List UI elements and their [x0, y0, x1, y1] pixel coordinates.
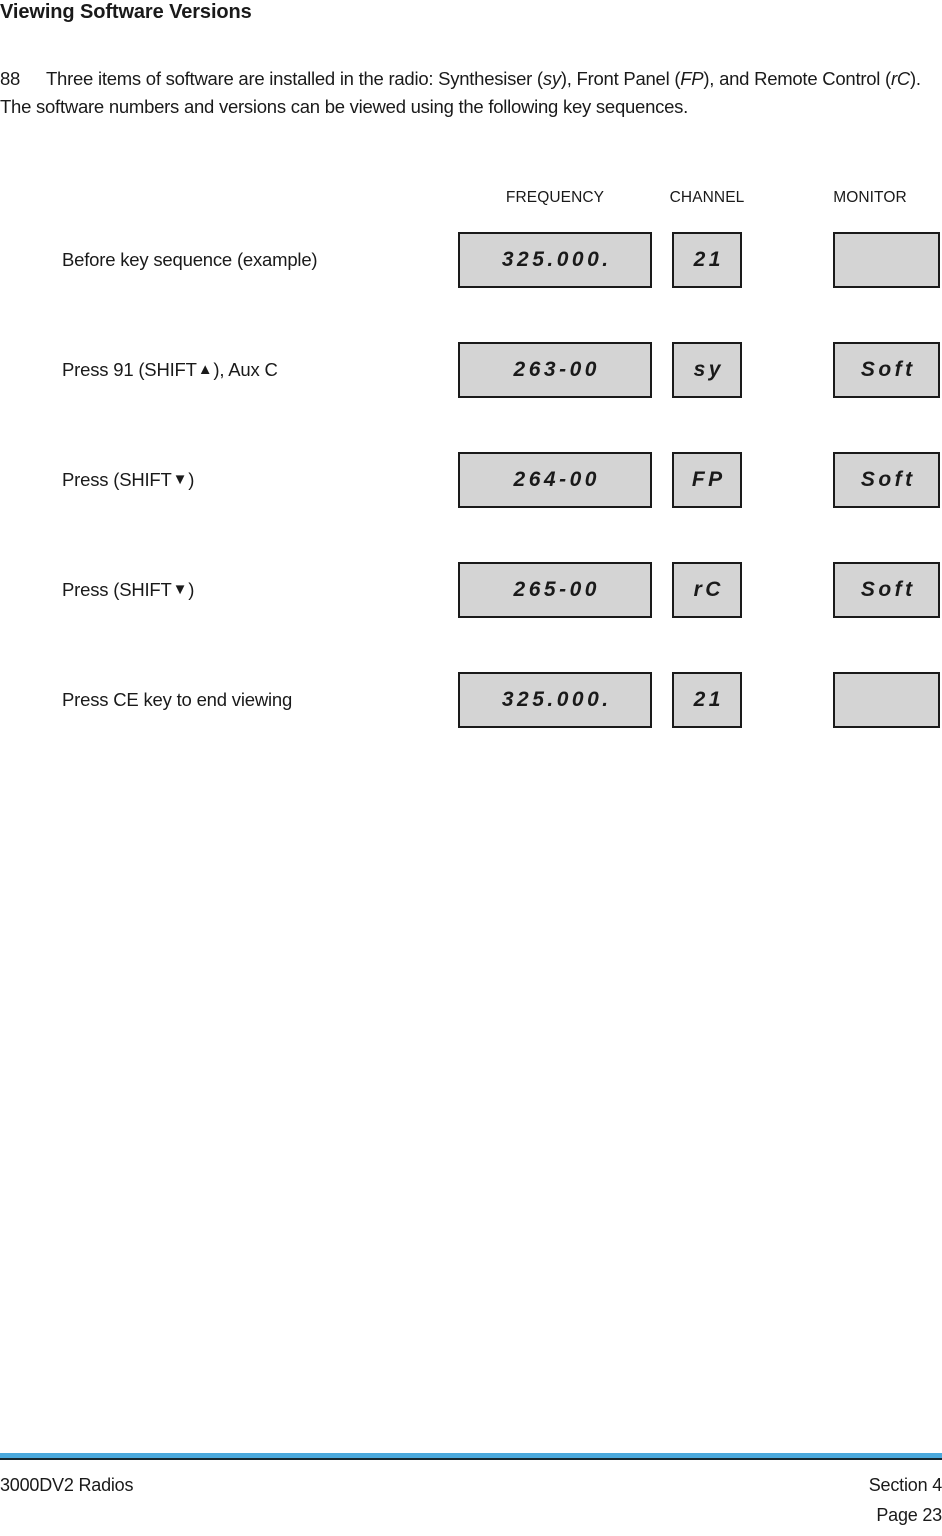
- row-label-text-suffix: ), Aux C: [213, 359, 278, 380]
- table-row: Press CE key to end viewing 325.000. 21: [0, 672, 942, 728]
- lcd-monitor-display: Soft: [833, 342, 940, 398]
- table-row: Press (SHIFT ▼) 264-00 FP Soft: [0, 452, 942, 508]
- lcd-frequency-display: 264-00: [458, 452, 652, 508]
- lcd-frequency-display: 325.000.: [458, 672, 652, 728]
- footer-section-page: Section 4 Page 23: [869, 1470, 942, 1530]
- footer-section: Section 4: [868, 1475, 942, 1495]
- row-label: Press CE key to end viewing: [62, 672, 292, 728]
- lcd-channel-display: rC: [672, 562, 742, 618]
- lcd-frequency-display: 263-00: [458, 342, 652, 398]
- triangle-down-icon: ▼: [172, 580, 188, 598]
- table-row: Press (SHIFT ▼) 265-00 rC Soft: [0, 562, 942, 618]
- row-label: Press 91 (SHIFT ▲), Aux C: [62, 342, 278, 398]
- table-row: Before key sequence (example) 325.000. 21: [0, 232, 942, 288]
- triangle-up-icon: ▲: [197, 360, 213, 378]
- row-label: Before key sequence (example): [62, 232, 318, 288]
- row-label-text: Press (SHIFT: [62, 469, 172, 490]
- lcd-channel-display: 21: [672, 232, 742, 288]
- row-label-text: Press 91 (SHIFT: [62, 359, 197, 380]
- row-label-text: Press (SHIFT: [62, 579, 172, 600]
- row-label-text-suffix: ): [188, 469, 195, 490]
- lcd-frequency-display: 265-00: [458, 562, 652, 618]
- lcd-frequency-display: 325.000.: [458, 232, 652, 288]
- row-label-text: Press CE key to end viewing: [62, 689, 293, 710]
- lcd-channel-display: sy: [672, 342, 742, 398]
- table-row: Press 91 (SHIFT ▲), Aux C 263-00 sy Soft: [0, 342, 942, 398]
- row-label: Press (SHIFT ▼): [62, 452, 194, 508]
- lcd-monitor-display: [833, 672, 940, 728]
- lcd-channel-display: 21: [672, 672, 742, 728]
- footer-product-name: 3000DV2 Radios: [0, 1475, 134, 1495]
- footer-page-number: Page 23: [876, 1505, 942, 1525]
- triangle-down-icon: ▼: [172, 470, 188, 488]
- row-label-text-suffix: ): [188, 579, 195, 600]
- lcd-channel-display: FP: [672, 452, 742, 508]
- footer-dark-rule: [0, 1458, 942, 1460]
- page-footer: 3000DV2 Radios Section 4 Page 23: [0, 1470, 942, 1536]
- row-label-text: Before key sequence (example): [62, 249, 318, 270]
- row-label: Press (SHIFT ▼): [62, 562, 194, 618]
- lcd-monitor-display: Soft: [833, 452, 940, 508]
- key-sequence-table: Before key sequence (example) 325.000. 21 P…: [0, 0, 942, 780]
- lcd-monitor-display: [833, 232, 940, 288]
- lcd-monitor-display: Soft: [833, 562, 940, 618]
